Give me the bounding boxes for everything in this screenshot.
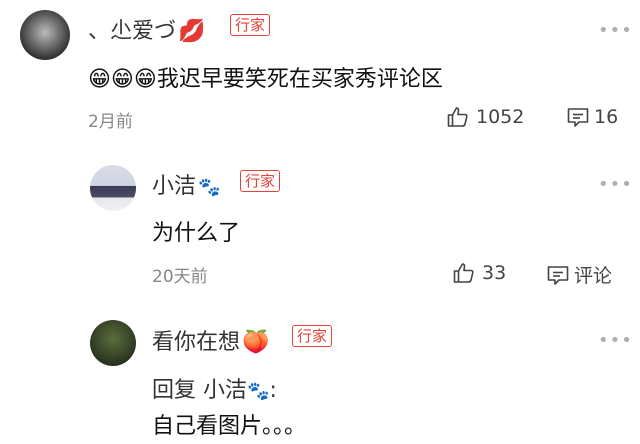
lips-icon: 💋	[178, 19, 206, 44]
avatar[interactable]	[20, 10, 70, 60]
paw-icon: 🐾	[198, 177, 221, 198]
thumbs-up-icon	[446, 105, 470, 129]
thumbs-up-icon	[452, 261, 476, 285]
comment-time: 2月前	[88, 112, 133, 132]
more-options-icon[interactable]: •••	[598, 330, 633, 351]
like-button[interactable]: 33	[452, 261, 506, 285]
reply-username-text[interactable]: 看你在想	[152, 330, 240, 355]
comment-icon	[566, 105, 590, 129]
like-button[interactable]: 1052	[446, 105, 524, 129]
comment-text: 😁😁😁我迟早要笑死在买家秀评论区	[88, 61, 443, 93]
reply-to-username[interactable]: 小洁	[203, 378, 247, 403]
reply-to-line: 回复 小洁🐾:	[152, 372, 277, 404]
reply-text: 自己看图片。。。	[152, 414, 307, 439]
more-options-icon[interactable]: •••	[598, 20, 633, 41]
reply-button[interactable]: 评论	[546, 261, 612, 288]
like-count: 1052	[476, 106, 525, 128]
reply-prefix: 回复	[152, 378, 197, 403]
reply-text: 为什么了	[152, 221, 241, 246]
username-text[interactable]: 、尐爱づ	[88, 19, 176, 44]
reply-username-text[interactable]: 小洁	[152, 174, 196, 199]
reply-colon: :	[269, 378, 277, 403]
expert-badge: 行家	[292, 325, 333, 347]
expert-badge: 行家	[240, 170, 281, 192]
peach-icon: 🍑	[242, 330, 270, 355]
more-options-icon[interactable]: •••	[598, 174, 633, 195]
reply-count: 16	[594, 106, 619, 128]
paw-icon: 🐾	[247, 381, 270, 402]
reply-username[interactable]: 看你在想🍑	[152, 324, 269, 356]
reply-count-button[interactable]: 16	[566, 105, 618, 129]
reply-time: 20天前	[152, 267, 208, 287]
grin-emoji-icon: 😁😁😁	[88, 67, 157, 92]
avatar[interactable]	[90, 320, 136, 366]
comment-body: 我迟早要笑死在买家秀评论区	[156, 67, 443, 92]
expert-badge: 行家	[230, 14, 271, 36]
avatar[interactable]	[90, 165, 136, 211]
username[interactable]: 、尐爱づ💋	[88, 13, 205, 45]
reply-label: 评论	[574, 265, 613, 287]
comment-icon	[546, 263, 570, 287]
like-count: 33	[482, 262, 507, 284]
reply-username[interactable]: 小洁 🐾	[152, 168, 220, 200]
